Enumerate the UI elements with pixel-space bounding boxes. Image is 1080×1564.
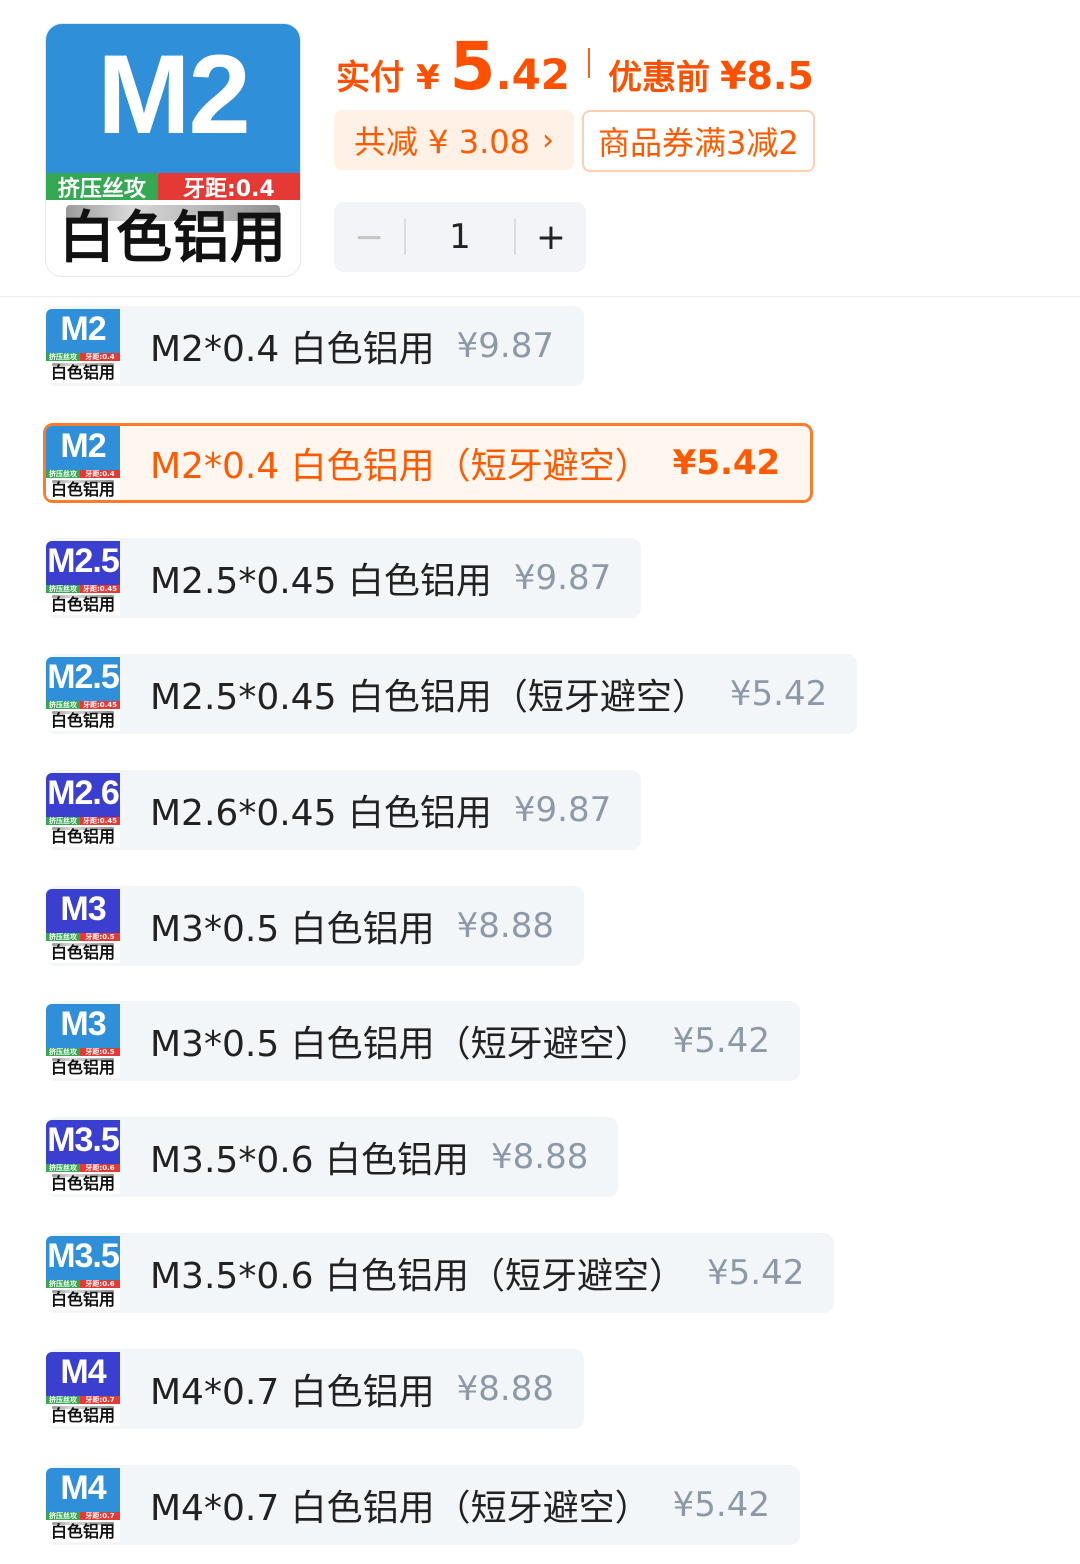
sku-option-name: M3.5*0.6 白色铝用 [150,1140,470,1181]
sku-thumbnail-code: M2.6 [47,774,120,813]
price-integer: 5 [449,28,496,105]
sku-option-price: ¥9.87 [513,790,612,830]
sku-thumbnail: M4 挤压丝攻 牙距:0.7 白色铝用 [46,1468,120,1542]
sku-thumbnail-code: M3 [60,890,106,929]
sku-option-name: M3*0.5 白色铝用 [150,909,435,950]
sku-thumbnail-label: 白色铝用 [50,1058,115,1077]
product-image-code: M2 [97,31,251,157]
discount-detail-button[interactable]: 共减 ¥ 3.08 › [334,110,574,170]
sku-thumbnail: M2.5 挤压丝攻 牙距:0.45 白色铝用 [46,541,120,615]
sku-option-7[interactable]: M3 挤压丝攻 牙距:0.5 白色铝用 M3*0.5 白色铝用（短牙避空） ¥5… [46,1001,801,1081]
price-divider [588,48,591,78]
sku-option-name: M4*0.7 白色铝用 [150,1372,435,1413]
discount-total: 共减 ¥ 3.08 [354,123,530,161]
sku-thumbnail: M3 挤压丝攻 牙距:0.5 白色铝用 [46,1004,120,1078]
sku-option-name: M3*0.5 白色铝用（短牙避空） [150,1024,651,1065]
sku-thumbnail-label: 白色铝用 [50,1406,115,1425]
sku-thumbnail-top: M3.5 [46,1120,120,1164]
quantity-increase-button[interactable]: + [516,217,586,258]
sku-thumbnail-top: M3.5 [46,1236,120,1280]
sku-thumbnail-code: M2.5 [47,542,120,581]
sku-thumbnail-code: M2 [60,427,106,466]
sku-thumbnail-top: M2.6 [46,773,120,817]
sku-option-3[interactable]: M2.5 挤压丝攻 牙距:0.45 白色铝用 M2.5*0.45 白色铝用 ¥9… [46,538,642,618]
sku-thumbnail-top: M2 [46,309,120,353]
sku-thumbnail-label: 白色铝用 [50,827,115,846]
sku-thumbnail-top: M3 [46,1004,120,1048]
sku-thumbnail-top: M2.5 [46,657,120,701]
sku-thumbnail-label: 白色铝用 [50,711,115,730]
product-image-label: 白色铝用 [59,206,287,271]
sku-option-10[interactable]: M4 挤压丝攻 牙距:0.7 白色铝用 M4*0.7 白色铝用 ¥8.88 [46,1349,585,1429]
sku-thumbnail-code: M3.5 [47,1121,120,1160]
sku-option-8[interactable]: M3.5 挤压丝攻 牙距:0.6 白色铝用 M3.5*0.6 白色铝用 ¥8.8… [46,1117,619,1197]
sku-thumbnail-code: M3.5 [47,1237,120,1276]
sku-thumbnail: M3.5 挤压丝攻 牙距:0.6 白色铝用 [46,1236,120,1310]
sku-thumbnail-top: M4 [46,1468,120,1512]
sku-thumbnail-code: M4 [60,1469,106,1508]
sku-thumbnail-code: M4 [60,1353,106,1392]
sku-option-6[interactable]: M3 挤压丝攻 牙距:0.5 白色铝用 M3*0.5 白色铝用 ¥8.88 [46,886,585,966]
sku-option-name: M4*0.7 白色铝用（短牙避空） [150,1488,651,1529]
sku-thumbnail: M4 挤压丝攻 牙距:0.7 白色铝用 [46,1352,120,1426]
sku-option-price: ¥9.87 [513,558,612,598]
sku-thumbnail: M3.5 挤压丝攻 牙距:0.6 白色铝用 [46,1120,120,1194]
sku-thumbnail: M2.6 挤压丝攻 牙距:0.45 白色铝用 [46,773,120,847]
quantity-decrease-button[interactable]: − [334,217,404,258]
sku-option-4[interactable]: M2.5 挤压丝攻 牙距:0.45 白色铝用 M2.5*0.45 白色铝用（短牙… [46,654,858,734]
sku-option-name: M2*0.4 白色铝用 [150,329,435,370]
chevron-right-icon: › [541,122,554,158]
sku-option-price: ¥8.88 [491,1137,589,1177]
sku-thumbnail: M2 挤压丝攻 牙距:0.4 白色铝用 [46,309,120,383]
sku-thumbnail: M3 挤压丝攻 牙距:0.5 白色铝用 [46,889,120,963]
sku-option-9[interactable]: M3.5 挤压丝攻 牙距:0.6 白色铝用 M3.5*0.6 白色铝用（短牙避空… [46,1233,835,1313]
coupon-badge[interactable]: 商品券满3减2 [582,110,815,172]
sku-thumbnail-label: 白色铝用 [50,595,115,614]
sku-option-1[interactable]: M2 挤压丝攻 牙距:0.4 白色铝用 M2*0.4 白色铝用 ¥9.87 [46,306,585,386]
sku-thumbnail: M2.5 挤压丝攻 牙距:0.45 白色铝用 [46,657,120,731]
sku-thumbnail-label: 白色铝用 [50,480,115,499]
original-price: ¥8.5 [720,54,814,98]
sku-option-name: M2.5*0.45 白色铝用 [150,561,492,602]
product-image[interactable]: M2 挤压丝攻 牙距:0.4 白色铝用 [46,24,300,276]
sku-thumbnail-label: 白色铝用 [50,943,115,962]
paid-label: 实付 [336,58,404,98]
product-header: M2 挤压丝攻 牙距:0.4 白色铝用 实付 ¥ 5 .42 优惠前 ¥8.5 … [0,0,1080,297]
sku-thumbnail-label: 白色铝用 [50,1174,115,1193]
sku-option-name: M2.5*0.45 白色铝用（短牙避空） [150,677,708,718]
sku-option-price: ¥9.87 [456,326,555,366]
sku-option-price: ¥5.42 [672,1485,771,1525]
sku-option-price: ¥5.42 [729,674,828,714]
sku-thumbnail-label: 白色铝用 [50,363,115,382]
sku-thumbnail-top: M2.5 [46,541,120,585]
price-decimal: .42 [495,50,571,99]
sku-thumbnail-label: 白色铝用 [50,1290,115,1309]
sku-option-2[interactable]: M2 挤压丝攻 牙距:0.4 白色铝用 M2*0.4 白色铝用（短牙避空） ¥5… [43,423,814,503]
sku-thumbnail-code: M3 [60,1005,106,1044]
sku-option-price: ¥5.42 [672,1021,771,1061]
sku-thumbnail-code: M2.5 [47,658,120,697]
sku-thumbnail: M2 挤压丝攻 牙距:0.4 白色铝用 [46,426,120,500]
currency-symbol: ¥ [416,58,440,98]
sku-option-price: ¥5.42 [672,443,781,483]
sku-thumbnail-top: M2 [46,426,120,470]
sku-thumbnail-code: M2 [60,310,106,349]
sku-option-11[interactable]: M4 挤压丝攻 牙距:0.7 白色铝用 M4*0.7 白色铝用（短牙避空） ¥5… [46,1465,801,1545]
sku-option-price: ¥8.88 [456,1369,555,1409]
product-image-top: M2 [46,24,300,173]
sku-thumbnail-label: 白色铝用 [50,1522,115,1541]
sku-thumbnail-top: M4 [46,1352,120,1396]
sku-option-name: M3.5*0.6 白色铝用（短牙避空） [150,1256,686,1297]
sku-option-name: M2.6*0.45 白色铝用 [150,793,492,834]
sku-option-price: ¥8.88 [456,906,555,946]
price-line: 实付 ¥ 5 .42 优惠前 ¥8.5 [336,28,814,105]
quantity-stepper: − 1 + [334,202,586,272]
sku-option-5[interactable]: M2.6 挤压丝攻 牙距:0.45 白色铝用 M2.6*0.45 白色铝用 ¥9… [46,770,642,850]
original-price-label: 优惠前 [608,58,711,98]
sku-thumbnail-top: M3 [46,889,120,933]
sku-option-name: M2*0.4 白色铝用（短牙避空） [150,446,651,487]
sku-option-price: ¥5.42 [707,1253,805,1293]
quantity-value[interactable]: 1 [406,217,514,257]
